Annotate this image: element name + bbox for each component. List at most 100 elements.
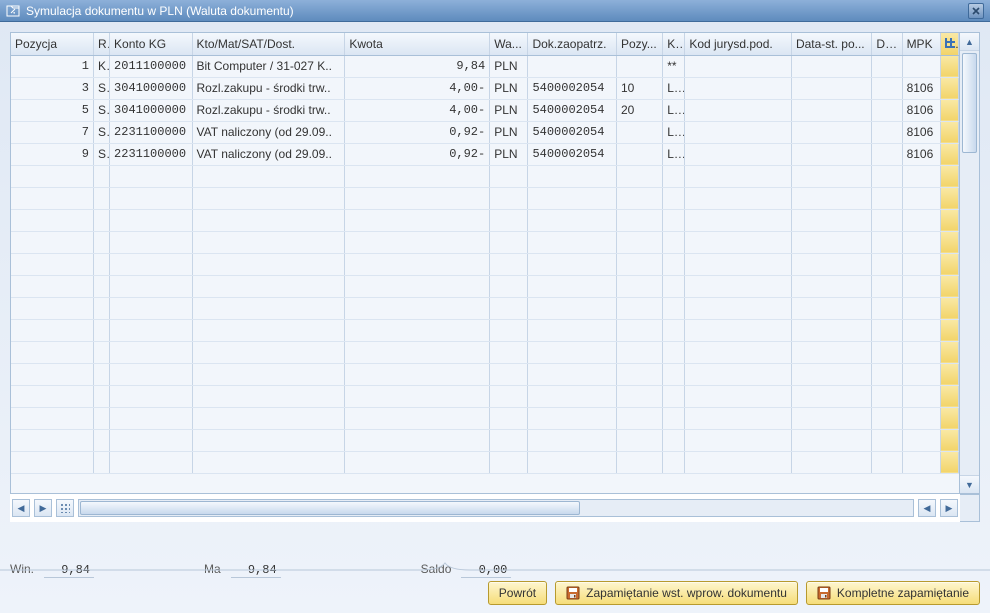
cell-dzi[interactable] bbox=[872, 297, 902, 319]
cell-mpk[interactable] bbox=[902, 385, 940, 407]
cell-konto[interactable]: 2231100000 bbox=[110, 121, 192, 143]
cell-data[interactable] bbox=[791, 451, 871, 473]
col-data[interactable]: Data-st. po... bbox=[791, 33, 871, 55]
cell-konto[interactable] bbox=[110, 363, 192, 385]
table-row[interactable] bbox=[11, 209, 959, 231]
cell-pozycja[interactable] bbox=[11, 385, 93, 407]
cell-konto[interactable] bbox=[110, 429, 192, 451]
cell-r[interactable] bbox=[93, 187, 109, 209]
cell-konto[interactable]: 2011100000 bbox=[110, 55, 192, 77]
cell-pozycja[interactable] bbox=[11, 319, 93, 341]
cell-data[interactable] bbox=[791, 407, 871, 429]
cell-kto[interactable]: VAT naliczony (od 29.09.. bbox=[192, 143, 345, 165]
cell-dok[interactable] bbox=[528, 297, 617, 319]
cell-dok[interactable] bbox=[528, 187, 617, 209]
cell-pozy[interactable] bbox=[616, 429, 662, 451]
cell-dzi[interactable] bbox=[872, 55, 902, 77]
table-row[interactable] bbox=[11, 429, 959, 451]
cell-r[interactable] bbox=[93, 209, 109, 231]
cell-k[interactable] bbox=[663, 165, 685, 187]
cell-dzi[interactable] bbox=[872, 187, 902, 209]
cell-kwota[interactable] bbox=[345, 253, 490, 275]
cell-dzi[interactable] bbox=[872, 77, 902, 99]
cell-data[interactable] bbox=[791, 165, 871, 187]
cell-dok[interactable] bbox=[528, 341, 617, 363]
cell-pozycja[interactable] bbox=[11, 231, 93, 253]
cell-dok[interactable] bbox=[528, 385, 617, 407]
cell-pozy[interactable] bbox=[616, 297, 662, 319]
cell-k[interactable]: L0 bbox=[663, 143, 685, 165]
cell-pozycja[interactable] bbox=[11, 341, 93, 363]
cell-mpk[interactable] bbox=[902, 297, 940, 319]
cell-wa[interactable] bbox=[490, 187, 528, 209]
cell-pozy[interactable] bbox=[616, 451, 662, 473]
cell-pozy[interactable] bbox=[616, 319, 662, 341]
cell-mpk[interactable] bbox=[902, 429, 940, 451]
cell-kto[interactable] bbox=[192, 451, 345, 473]
hscroll-track[interactable] bbox=[78, 499, 914, 517]
cell-wa[interactable] bbox=[490, 363, 528, 385]
cell-pozycja[interactable]: 5 bbox=[11, 99, 93, 121]
cell-wa[interactable] bbox=[490, 165, 528, 187]
cell-kto[interactable] bbox=[192, 297, 345, 319]
cell-k[interactable] bbox=[663, 407, 685, 429]
cell-wa[interactable]: PLN bbox=[490, 99, 528, 121]
cell-kto[interactable] bbox=[192, 165, 345, 187]
cell-konto[interactable] bbox=[110, 275, 192, 297]
cell-dzi[interactable] bbox=[872, 231, 902, 253]
table-row[interactable]: 7S2231100000VAT naliczony (od 29.09..0,9… bbox=[11, 121, 959, 143]
cell-kto[interactable] bbox=[192, 341, 345, 363]
table-row[interactable] bbox=[11, 253, 959, 275]
col-dzi[interactable]: Dzi... bbox=[872, 33, 902, 55]
cell-kto[interactable] bbox=[192, 363, 345, 385]
cell-wa[interactable]: PLN bbox=[490, 121, 528, 143]
scroll-left-end-button[interactable]: ◀ bbox=[918, 499, 936, 517]
cell-k[interactable] bbox=[663, 187, 685, 209]
cell-dzi[interactable] bbox=[872, 165, 902, 187]
cell-data[interactable] bbox=[791, 121, 871, 143]
cell-kod[interactable] bbox=[685, 187, 792, 209]
cell-kod[interactable] bbox=[685, 99, 792, 121]
cell-dzi[interactable] bbox=[872, 99, 902, 121]
cell-wa[interactable] bbox=[490, 275, 528, 297]
cell-kod[interactable] bbox=[685, 341, 792, 363]
cell-pozy[interactable] bbox=[616, 209, 662, 231]
cell-dok[interactable] bbox=[528, 165, 617, 187]
cell-k[interactable] bbox=[663, 297, 685, 319]
cell-konto[interactable] bbox=[110, 209, 192, 231]
cell-data[interactable] bbox=[791, 385, 871, 407]
cell-dok[interactable] bbox=[528, 231, 617, 253]
cell-pozy[interactable] bbox=[616, 275, 662, 297]
table-row[interactable] bbox=[11, 451, 959, 473]
cell-kwota[interactable] bbox=[345, 429, 490, 451]
cell-k[interactable] bbox=[663, 275, 685, 297]
cell-dok[interactable] bbox=[528, 407, 617, 429]
cell-konto[interactable] bbox=[110, 231, 192, 253]
cell-kod[interactable] bbox=[685, 385, 792, 407]
cell-dzi[interactable] bbox=[872, 363, 902, 385]
cell-kod[interactable] bbox=[685, 165, 792, 187]
cell-dzi[interactable] bbox=[872, 407, 902, 429]
cell-kwota[interactable] bbox=[345, 209, 490, 231]
cell-wa[interactable]: PLN bbox=[490, 77, 528, 99]
cell-konto[interactable] bbox=[110, 451, 192, 473]
col-k[interactable]: K.. bbox=[663, 33, 685, 55]
col-mpk[interactable]: MPK bbox=[902, 33, 940, 55]
table-row[interactable] bbox=[11, 385, 959, 407]
cell-konto[interactable] bbox=[110, 407, 192, 429]
cell-data[interactable] bbox=[791, 209, 871, 231]
cell-mpk[interactable] bbox=[902, 407, 940, 429]
cell-r[interactable] bbox=[93, 253, 109, 275]
cell-dzi[interactable] bbox=[872, 143, 902, 165]
col-kto[interactable]: Kto/Mat/SAT/Dost. bbox=[192, 33, 345, 55]
cell-kwota[interactable]: 4,00- bbox=[345, 77, 490, 99]
cell-pozycja[interactable] bbox=[11, 451, 93, 473]
cell-data[interactable] bbox=[791, 55, 871, 77]
table-row[interactable]: 5S3041000000Rozl.zakupu - środki trw..4,… bbox=[11, 99, 959, 121]
cell-dok[interactable] bbox=[528, 209, 617, 231]
cell-kwota[interactable] bbox=[345, 407, 490, 429]
cell-pozycja[interactable] bbox=[11, 275, 93, 297]
cell-kod[interactable] bbox=[685, 451, 792, 473]
cell-k[interactable] bbox=[663, 385, 685, 407]
table-row[interactable] bbox=[11, 407, 959, 429]
